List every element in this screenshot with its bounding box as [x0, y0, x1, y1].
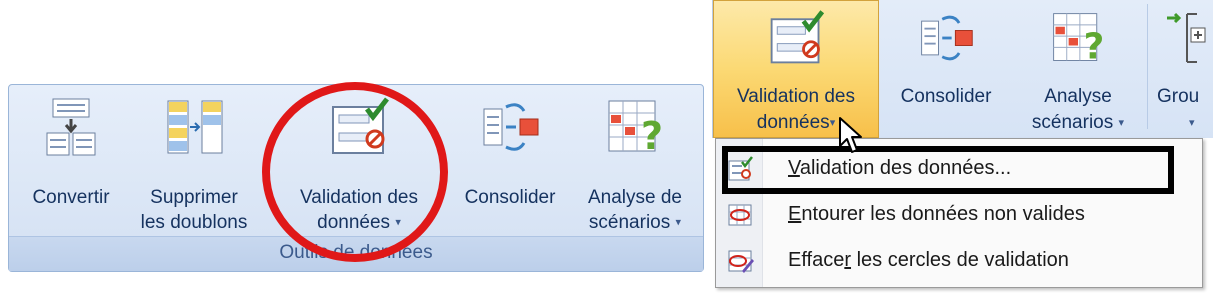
- consolidate-label: Consolider: [464, 187, 556, 208]
- remove-duplicates-label-1: Supprimer: [150, 187, 238, 208]
- menu-item-label: Effacer les cercles de validation: [788, 249, 1069, 271]
- annotation-circle: [262, 82, 448, 262]
- what-if-analysis-label-2: scénarios ▾: [588, 212, 682, 233]
- clear-circles-icon: [726, 247, 754, 275]
- text-to-columns-icon: [39, 95, 103, 159]
- annotation-highlight-box: [722, 146, 1174, 194]
- group-button[interactable]: Grou ▾: [1157, 8, 1213, 136]
- consolidate-icon: [916, 8, 976, 68]
- remove-duplicates-label-2: les doublons: [140, 212, 248, 233]
- data-validation-icon: [766, 8, 826, 68]
- what-if-analysis-label-2: scénarios ▾: [1031, 112, 1125, 134]
- chevron-down-icon: ▾: [829, 117, 836, 129]
- mouse-pointer-icon: [838, 116, 864, 156]
- chevron-down-icon: ▾: [675, 216, 682, 229]
- what-if-analysis-button[interactable]: ? Analyse de scénarios ▾: [571, 95, 699, 235]
- consolidate-button[interactable]: Consolider: [455, 95, 565, 210]
- consolidate-button[interactable]: Consolider: [885, 8, 1007, 110]
- consolidate-label: Consolider: [900, 86, 992, 107]
- what-if-analysis-icon: ?: [1048, 8, 1108, 68]
- menu-item-clear-validation-circles[interactable]: Effacer les cercles de validation: [716, 239, 1202, 283]
- remove-duplicates-icon: [162, 95, 226, 159]
- what-if-analysis-label-1: Analyse de: [587, 187, 682, 208]
- group-separator: [1147, 4, 1148, 129]
- chevron-down-icon: ▾: [1118, 117, 1125, 129]
- remove-duplicates-button[interactable]: Supprimer les doublons: [129, 95, 259, 235]
- svg-text:?: ?: [1084, 27, 1105, 68]
- convert-button[interactable]: Convertir: [21, 95, 121, 210]
- convert-label: Convertir: [32, 187, 110, 208]
- data-validation-label-1: Validation des: [737, 86, 855, 107]
- menu-item-label: Entourer les données non valides: [788, 203, 1085, 225]
- menu-item-circle-invalid-data[interactable]: Entourer les données non valides: [716, 193, 1202, 237]
- svg-text:?: ?: [641, 114, 663, 158]
- group-icon: [1157, 8, 1207, 68]
- what-if-analysis-icon: ?: [603, 95, 667, 159]
- what-if-analysis-label-1: Analyse: [1044, 86, 1112, 107]
- chevron-down-icon: ▾: [1189, 117, 1195, 129]
- consolidate-icon: [478, 95, 542, 159]
- ribbon-excerpt: Validation des données▾ Consolider ? Ana…: [712, 0, 1213, 138]
- circle-invalid-data-icon: [726, 201, 754, 229]
- what-if-analysis-button[interactable]: ? Analyse scénarios ▾: [1013, 8, 1143, 136]
- group-label-partial: Grou: [1157, 86, 1200, 107]
